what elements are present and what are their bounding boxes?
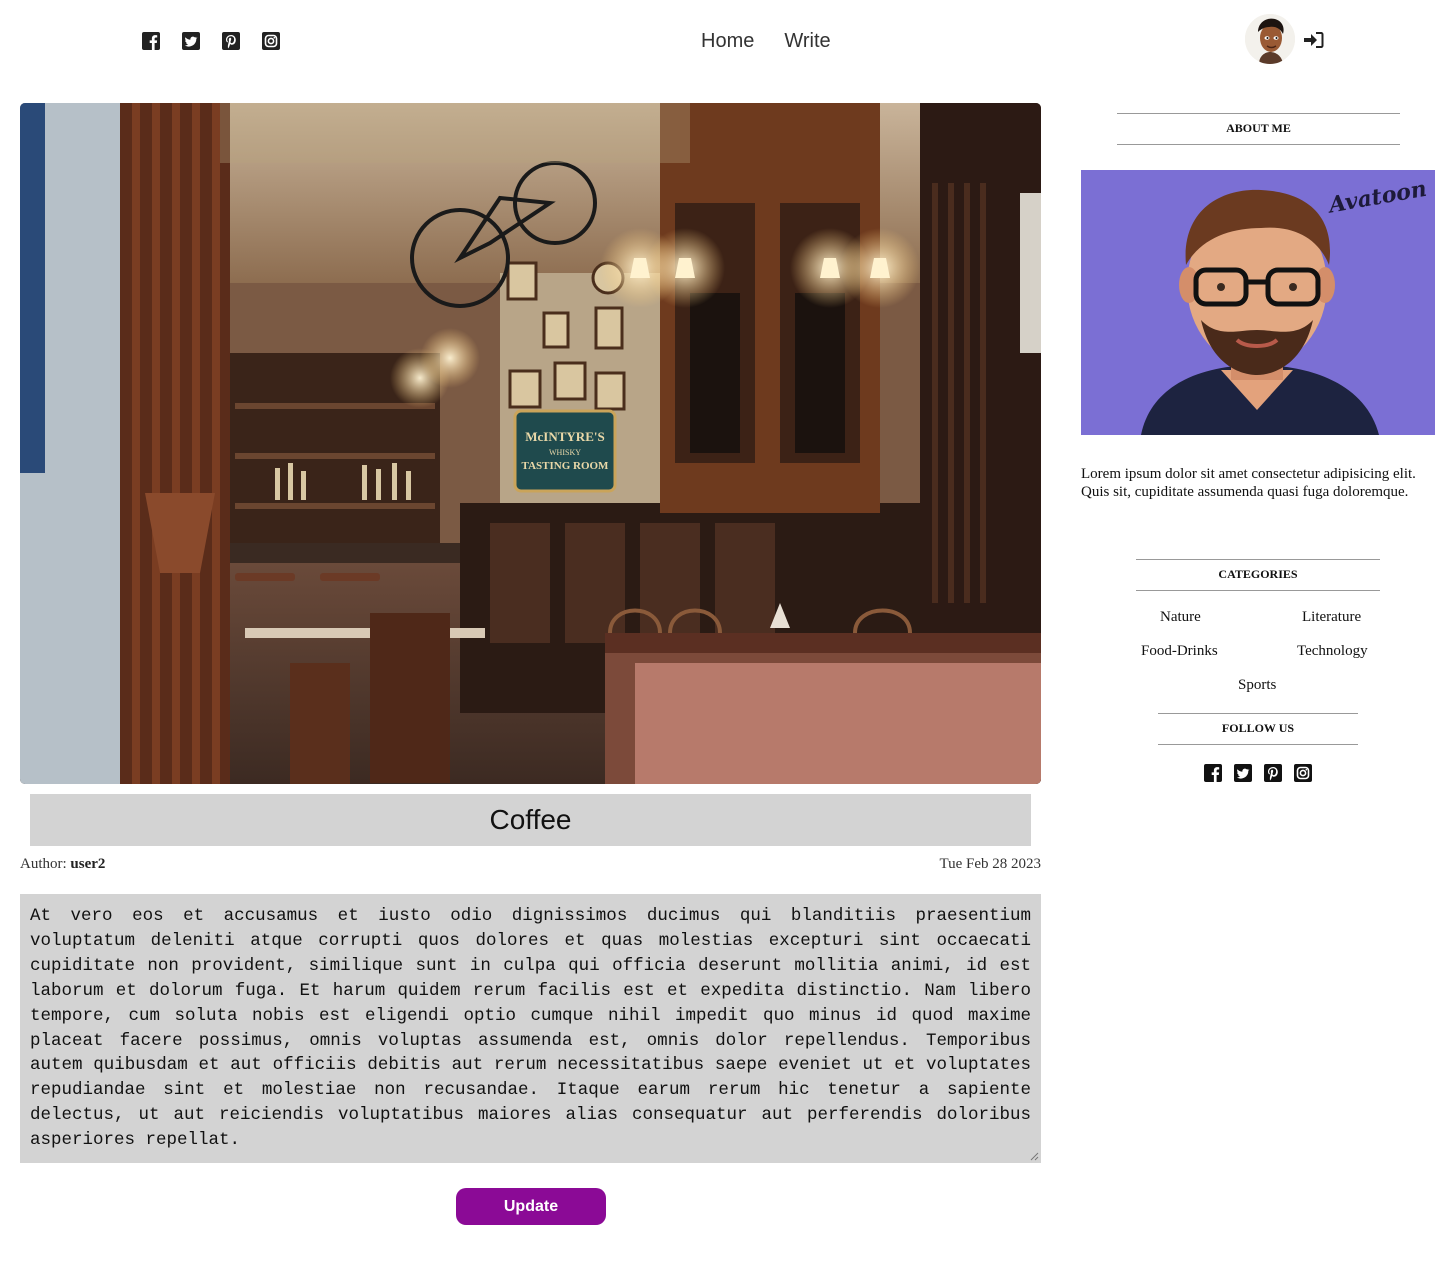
resize-handle-icon[interactable] xyxy=(1030,1152,1039,1161)
follow-us-heading: FOLLOW US xyxy=(1158,713,1358,745)
header-social-links xyxy=(142,32,280,50)
main-nav: Home Write xyxy=(701,30,831,53)
follow-us-social-links xyxy=(1204,764,1312,782)
category-link-technology[interactable]: Technology xyxy=(1297,643,1368,660)
post-meta: Author: user2 Tue Feb 28 2023 xyxy=(20,856,1041,876)
pinterest-icon[interactable] xyxy=(222,32,240,50)
pinterest-icon[interactable] xyxy=(1264,764,1282,782)
post-title-box[interactable]: Coffee xyxy=(30,794,1031,846)
about-me-heading: ABOUT ME xyxy=(1117,113,1400,145)
nav-write-link[interactable]: Write xyxy=(784,30,830,53)
sign-subtitle-text: WHISKY xyxy=(549,448,581,457)
post-date: Tue Feb 28 2023 xyxy=(939,856,1041,872)
facebook-icon[interactable] xyxy=(1204,764,1222,782)
sign-in-icon[interactable] xyxy=(1304,31,1324,49)
post-cover-image: McINTYRE'S WHISKY TASTING ROOM xyxy=(20,103,1041,784)
avatar[interactable] xyxy=(1245,14,1295,64)
post-body-textarea[interactable]: At vero eos et accusamus et iusto odio d… xyxy=(20,894,1041,1163)
sign-title-text: McINTYRE'S xyxy=(525,429,604,444)
post-title: Coffee xyxy=(489,804,572,835)
nav-home-link[interactable]: Home xyxy=(701,30,754,53)
facebook-icon[interactable] xyxy=(142,32,160,50)
category-link-sports[interactable]: Sports xyxy=(1238,677,1276,694)
top-bar: Home Write xyxy=(0,0,1455,84)
twitter-icon[interactable] xyxy=(182,32,200,50)
instagram-icon[interactable] xyxy=(1294,764,1312,782)
update-button[interactable]: Update xyxy=(456,1188,606,1225)
post-body-text: At vero eos et accusamus et iusto odio d… xyxy=(30,906,1031,1151)
author-label: Author: xyxy=(20,856,67,872)
category-link-literature[interactable]: Literature xyxy=(1302,609,1361,626)
category-link-nature[interactable]: Nature xyxy=(1160,609,1201,626)
categories-heading: CATEGORIES xyxy=(1136,559,1380,591)
author-name[interactable]: user2 xyxy=(70,856,105,872)
about-me-image: Avatoon xyxy=(1081,170,1435,435)
sign-room-text: TASTING ROOM xyxy=(522,460,610,472)
post-author: Author: user2 xyxy=(20,856,105,873)
category-link-food-drinks[interactable]: Food-Drinks xyxy=(1141,643,1218,660)
twitter-icon[interactable] xyxy=(1234,764,1252,782)
instagram-icon[interactable] xyxy=(262,32,280,50)
about-me-text: Lorem ipsum dolor sit amet consectetur a… xyxy=(1081,466,1416,500)
